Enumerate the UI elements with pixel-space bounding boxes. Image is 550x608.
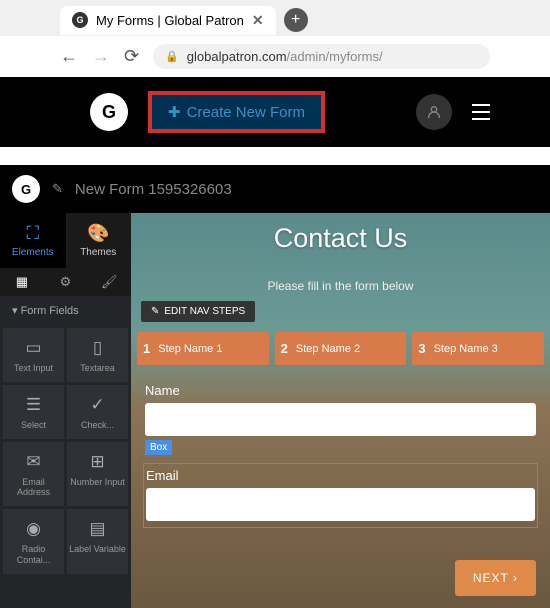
new-tab-button[interactable]: + — [284, 8, 308, 32]
tile-email[interactable]: ✉ Email Address — [3, 442, 64, 507]
form-subtitle[interactable]: Please fill in the form below — [131, 279, 550, 293]
nav-step-3[interactable]: 3 Step Name 3 — [412, 332, 544, 365]
sub-tab-grid[interactable]: ▦ — [0, 274, 44, 290]
sub-tab-gear[interactable]: ⚙ — [44, 274, 88, 290]
select-icon: ☰ — [5, 395, 62, 415]
brand-logo[interactable]: G — [90, 93, 128, 131]
nav-step-1[interactable]: 1 Step Name 1 — [137, 332, 269, 365]
number-icon: ⊞ — [69, 452, 126, 472]
tile-select[interactable]: ☰ Select — [3, 385, 64, 439]
textarea-icon: ▯ — [69, 338, 126, 358]
close-tab-icon[interactable]: ✕ — [252, 12, 264, 29]
tile-textarea[interactable]: ▯ Textarea — [67, 328, 128, 382]
palette-icon: 🎨 — [70, 223, 128, 244]
nav-step-2[interactable]: 2 Step Name 2 — [275, 332, 407, 365]
next-button[interactable]: NEXT › — [455, 560, 536, 596]
plus-icon: ✚ — [168, 103, 181, 121]
email-icon: ✉ — [5, 452, 62, 472]
create-form-label: Create New Form — [187, 104, 305, 121]
email-label: Email — [146, 468, 535, 483]
browser-tab[interactable]: G My Forms | Global Patron ✕ — [60, 6, 276, 35]
text-input-icon: ▭ — [5, 338, 62, 358]
email-field-selected[interactable]: Email — [143, 463, 538, 528]
tab-themes[interactable]: 🎨 Themes — [66, 213, 132, 268]
form-name[interactable]: New Form 1595326603 — [75, 181, 232, 198]
sub-tab-brush[interactable]: 🖌 — [87, 274, 131, 290]
user-menu[interactable] — [416, 94, 452, 130]
box-badge: Box — [145, 440, 172, 455]
tab-elements[interactable]: ⛶ Elements — [0, 213, 66, 268]
tab-favicon: G — [72, 12, 88, 28]
tab-themes-label: Themes — [80, 247, 116, 258]
tile-label[interactable]: ▤ Label Variable — [67, 509, 128, 574]
tab-elements-label: Elements — [12, 247, 54, 258]
hamburger-menu[interactable] — [472, 104, 490, 120]
tile-checkbox[interactable]: ✓ Check... — [67, 385, 128, 439]
pencil-icon: ✎ — [151, 306, 159, 317]
forward-button[interactable]: → — [92, 46, 110, 67]
reload-button[interactable]: ⟳ — [124, 46, 139, 67]
pencil-icon[interactable]: ✎ — [52, 181, 63, 197]
elements-icon: ⛶ — [4, 223, 62, 244]
email-input[interactable] — [146, 488, 535, 521]
tile-number[interactable]: ⊞ Number Input — [67, 442, 128, 507]
lock-icon: 🔒 — [165, 50, 179, 63]
radio-icon: ◉ — [5, 519, 62, 539]
url-domain: globalpatron.com — [187, 49, 287, 64]
editor-logo[interactable]: G — [12, 175, 40, 203]
tile-radio[interactable]: ◉ Radio Contai... — [3, 509, 64, 574]
form-title[interactable]: Contact Us — [131, 213, 550, 254]
name-label: Name — [145, 383, 536, 398]
form-fields-header[interactable]: Form Fields — [0, 296, 131, 325]
url-path: /admin/myforms/ — [287, 49, 383, 64]
create-form-button[interactable]: ✚ Create New Form — [148, 91, 325, 133]
label-icon: ▤ — [69, 519, 126, 539]
edit-nav-steps-button[interactable]: ✎ EDIT NAV STEPS — [141, 301, 255, 322]
check-icon: ✓ — [69, 395, 126, 415]
tab-title: My Forms | Global Patron — [96, 13, 244, 28]
tile-text-input[interactable]: ▭ Text Input — [3, 328, 64, 382]
name-input[interactable] — [145, 403, 536, 436]
back-button[interactable]: ← — [60, 46, 78, 67]
address-bar[interactable]: 🔒 globalpatron.com/admin/myforms/ — [153, 44, 490, 69]
